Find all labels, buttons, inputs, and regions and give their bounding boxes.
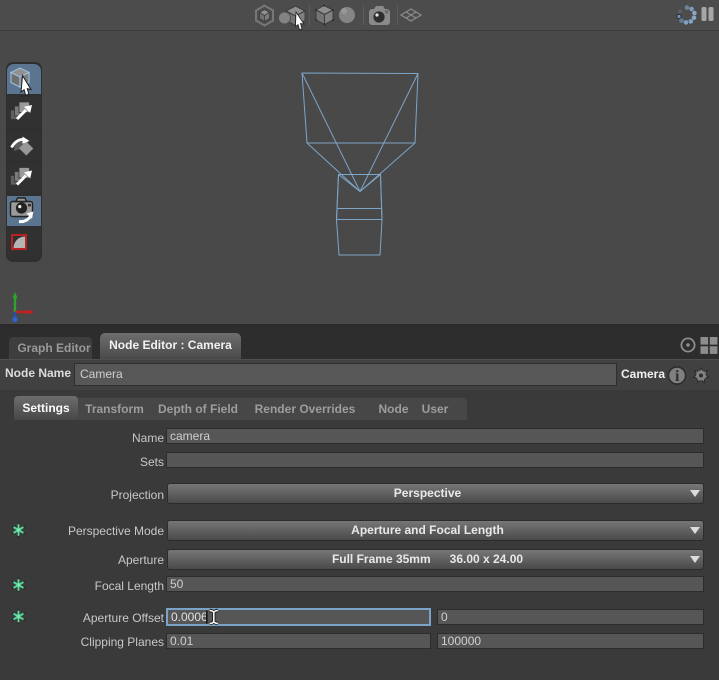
svg-text:i: i (675, 368, 680, 385)
